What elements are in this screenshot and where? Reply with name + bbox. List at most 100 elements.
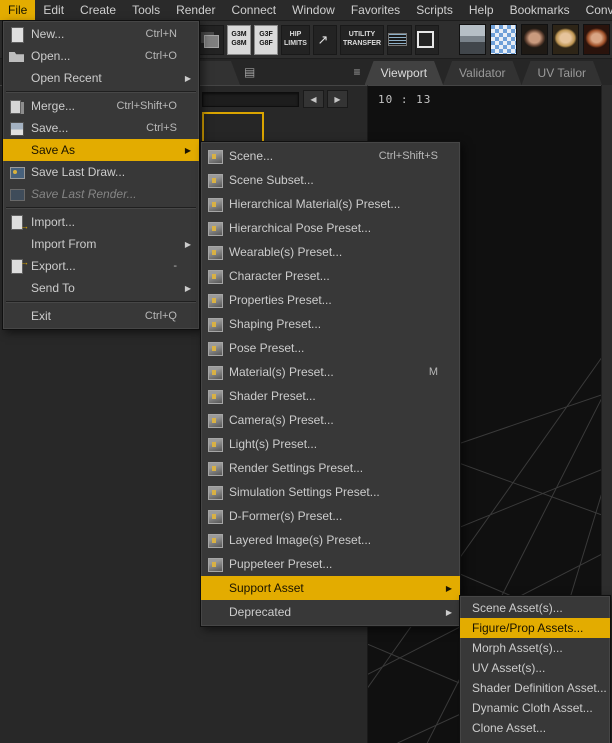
arrow-right-icon: ▶ xyxy=(334,94,341,104)
menubar-item-connect[interactable]: Connect xyxy=(223,0,284,20)
menubar-item-bookmarks[interactable]: Bookmarks xyxy=(502,0,578,20)
preset-icon xyxy=(206,268,225,284)
save-as-item-scene-subset[interactable]: Scene Subset... ▶ xyxy=(201,168,460,192)
support-asset-item-uv-asset-s[interactable]: UV Asset(s)... ▶ xyxy=(460,658,610,678)
support-asset-item-save-modified-assets[interactable]: Save Modified Assets... ▶ xyxy=(460,738,610,743)
preset-icon xyxy=(206,436,225,452)
menubar-item-convert[interactable]: Convert xyxy=(578,0,612,20)
save-as-item-shaping-preset[interactable]: Shaping Preset... ▶ xyxy=(201,312,460,336)
portrait-thumbnail-red[interactable] xyxy=(583,24,610,55)
file-menu-item-send-to[interactable]: Send To ▶ xyxy=(3,277,199,302)
preset-icon xyxy=(206,196,225,212)
save-as-item-support-asset[interactable]: Support Asset ▶ xyxy=(201,576,460,600)
export-icon xyxy=(8,257,29,274)
save-as-item-properties-preset[interactable]: Properties Preset... ▶ xyxy=(201,288,460,312)
save-as-item-hierarchical-pose-preset[interactable]: Hierarchical Pose Preset... ▶ xyxy=(201,216,460,240)
file-menu-item-open-recent[interactable]: Open Recent ▶ xyxy=(3,67,199,92)
checker-thumbnail[interactable] xyxy=(490,24,517,55)
menubar-item-render[interactable]: Render xyxy=(168,0,223,20)
menubar-item-favorites[interactable]: Favorites xyxy=(343,0,408,20)
shortcut-label: Ctrl+S xyxy=(146,122,177,134)
file-menu-item-import[interactable]: Import... ▶ xyxy=(3,211,199,233)
preset-icon xyxy=(206,292,225,308)
preset-icon xyxy=(206,244,225,260)
save-as-item-pose-preset[interactable]: Pose Preset... ▶ xyxy=(201,336,460,360)
file-menu-item-exit[interactable]: Exit Ctrl+Q ▶ xyxy=(3,305,199,327)
file-menu-item-new[interactable]: New... Ctrl+N ▶ xyxy=(3,23,199,45)
menubar-item-window[interactable]: Window xyxy=(284,0,343,20)
support-asset-submenu: Scene Asset(s)... ▶ Figure/Prop Assets..… xyxy=(459,595,611,743)
menubar-item-tools[interactable]: Tools xyxy=(124,0,168,20)
save-as-item-render-settings-preset[interactable]: Render Settings Preset... ▶ xyxy=(201,456,460,480)
nav-forward-button[interactable]: ▶ xyxy=(327,90,348,108)
menubar-item-edit[interactable]: Edit xyxy=(35,0,72,20)
toolbar-thumbnails xyxy=(459,24,612,55)
support-asset-item-clone-asset[interactable]: Clone Asset... ▶ xyxy=(460,718,610,738)
save-as-item-puppeteer-preset[interactable]: Puppeteer Preset... ▶ xyxy=(201,552,460,576)
file-menu-item-merge[interactable]: Merge... Ctrl+Shift+O ▶ xyxy=(3,95,199,117)
file-menu-item-open[interactable]: Open... Ctrl+O ▶ xyxy=(3,45,199,67)
support-asset-item-scene-asset-s[interactable]: Scene Asset(s)... ▶ xyxy=(460,598,610,618)
preset-icon xyxy=(206,412,225,428)
save-as-item-simulation-settings-preset[interactable]: Simulation Settings Preset... ▶ xyxy=(201,480,460,504)
file-menu-item-save[interactable]: Save... Ctrl+S ▶ xyxy=(3,117,199,139)
toolbar-button-g3m-g8m[interactable]: G3M G8M xyxy=(227,24,251,55)
save-as-item-scene[interactable]: Scene... Ctrl+Shift+S ▶ xyxy=(201,144,460,168)
save-last-render-icon xyxy=(8,186,27,202)
file-menu-item-export[interactable]: Export... - ▶ xyxy=(3,255,199,277)
menubar-item-file[interactable]: File xyxy=(0,0,36,20)
save-as-item-hierarchical-material-s-preset[interactable]: Hierarchical Material(s) Preset... ▶ xyxy=(201,192,460,216)
portrait-thumbnail-dark[interactable] xyxy=(521,24,548,55)
pane-dropdown-field[interactable] xyxy=(202,92,299,107)
save-last-draw-icon xyxy=(8,164,27,180)
layers-icon[interactable] xyxy=(199,24,224,55)
save-as-item-deprecated[interactable]: Deprecated ▶ xyxy=(201,600,460,624)
toolbar-button-g3f-g8f[interactable]: G3F G8F xyxy=(254,24,278,55)
support-asset-item-dynamic-cloth-asset[interactable]: Dynamic Cloth Asset... ▶ xyxy=(460,698,610,718)
import-icon xyxy=(8,214,29,231)
preset-icon xyxy=(206,556,225,572)
save-as-item-layered-image-s-preset[interactable]: Layered Image(s) Preset... ▶ xyxy=(201,528,460,552)
console-icon[interactable] xyxy=(387,24,413,55)
file-menu: New... Ctrl+N ▶ Open... Ctrl+O ▶ Open Re… xyxy=(2,20,200,330)
shortcut-label: - xyxy=(173,260,177,272)
pane-options-icon[interactable]: ≡ xyxy=(354,65,361,79)
save-as-item-character-preset[interactable]: Character Preset... ▶ xyxy=(201,264,460,288)
transfer-arrow-icon[interactable] xyxy=(312,24,337,55)
menu-bar: File Edit Create Tools Render Connect Wi… xyxy=(0,0,612,21)
portrait-thumbnail-blonde[interactable] xyxy=(552,24,579,55)
save-as-item-d-former-s-preset[interactable]: D-Former(s) Preset... ▶ xyxy=(201,504,460,528)
menubar-item-create[interactable]: Create xyxy=(72,0,124,20)
file-menu-item-save-last-render[interactable]: Save Last Render... ▶ xyxy=(3,183,199,208)
submenu-arrow-icon: ▶ xyxy=(184,283,191,293)
tab-viewport[interactable]: Viewport xyxy=(365,61,443,85)
file-menu-item-import-from[interactable]: Import From ▶ xyxy=(3,233,199,255)
save-as-item-camera-s-preset[interactable]: Camera(s) Preset... ▶ xyxy=(201,408,460,432)
preset-icon xyxy=(206,148,225,164)
shortcut-label: M xyxy=(428,366,438,378)
support-asset-item-shader-definition-asset[interactable]: Shader Definition Asset... ▶ xyxy=(460,678,610,698)
tab-label: UV Tailor xyxy=(537,66,586,80)
landscape-thumbnail[interactable] xyxy=(459,24,486,55)
file-menu-item-save-last-draw[interactable]: Save Last Draw... ▶ xyxy=(3,161,199,183)
preset-icon xyxy=(206,484,225,500)
menubar-item-help[interactable]: Help xyxy=(461,0,502,20)
submenu-arrow-icon: ▶ xyxy=(445,607,452,617)
file-menu-item-save-as[interactable]: Save As ▶ xyxy=(3,139,199,161)
save-as-item-light-s-preset[interactable]: Light(s) Preset... ▶ xyxy=(201,432,460,456)
frame-icon[interactable] xyxy=(415,24,440,55)
toolbar-button-utility-transfer[interactable]: UTILITY TRANSFER xyxy=(339,24,385,55)
shortcut-label: Ctrl+Shift+O xyxy=(116,100,177,112)
save-as-item-material-s-preset[interactable]: Material(s) Preset... M ▶ xyxy=(201,360,460,384)
save-as-item-shader-preset[interactable]: Shader Preset... ▶ xyxy=(201,384,460,408)
tab-uv-tailor[interactable]: UV Tailor xyxy=(522,61,602,85)
toolbar-button-hip-limits[interactable]: HIP LIMITS xyxy=(281,24,310,55)
tab-validator[interactable]: Validator xyxy=(443,61,521,85)
support-asset-item-figure-prop-assets[interactable]: Figure/Prop Assets... ▶ xyxy=(460,618,610,638)
pane-pin-icon[interactable]: ▤ xyxy=(244,65,255,79)
save-as-item-wearable-s-preset[interactable]: Wearable(s) Preset... ▶ xyxy=(201,240,460,264)
nav-back-button[interactable]: ◀ xyxy=(303,90,324,108)
support-asset-item-morph-asset-s[interactable]: Morph Asset(s)... ▶ xyxy=(460,638,610,658)
menubar-item-scripts[interactable]: Scripts xyxy=(408,0,461,20)
preset-icon xyxy=(206,460,225,476)
